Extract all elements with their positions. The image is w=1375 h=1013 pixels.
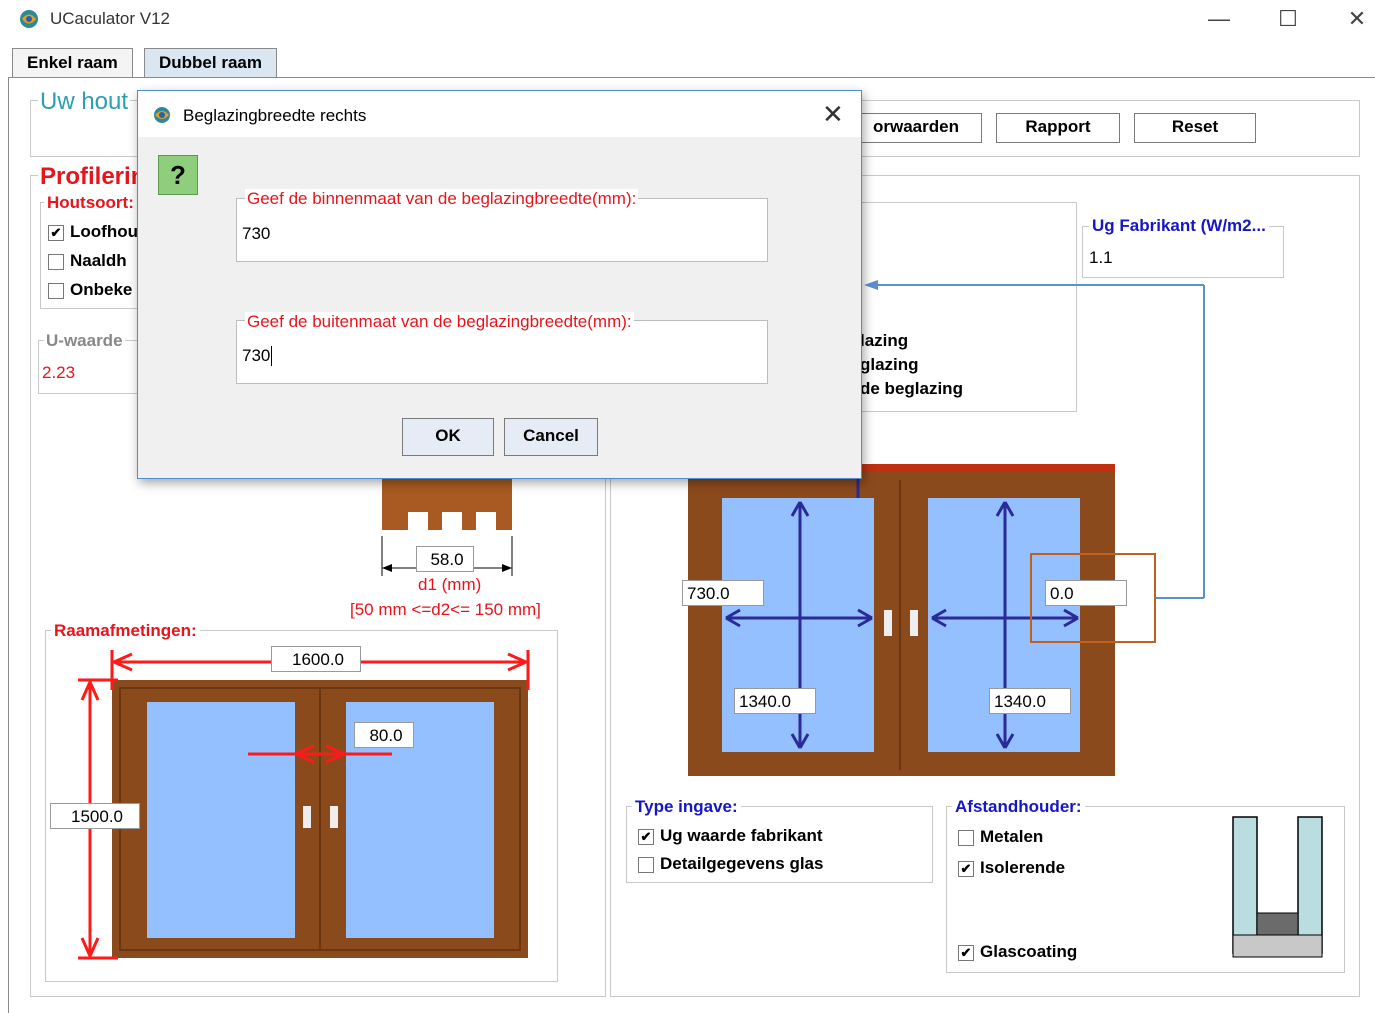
checkbox-icon[interactable] [48,253,64,270]
window-diagram [78,650,530,960]
values-button[interactable]: orwaarden [850,113,982,143]
app-logo-icon [20,10,38,28]
report-button[interactable]: Rapport [996,113,1120,143]
mullion-width-field[interactable]: 80.0 [354,722,414,748]
spacer-label: Afstandhouder: [952,797,1085,817]
checkbox-checked-icon[interactable]: ✔ [638,828,654,845]
ug-value[interactable]: 1.1 [1089,248,1113,268]
right-glass-height-field[interactable]: 1340.0 [989,688,1071,714]
u-value-label: U-waarde [44,331,125,351]
minimize-button[interactable]: — [1196,4,1242,34]
close-button[interactable]: ✕ [1334,4,1375,34]
section-title: Uw hout [38,88,131,116]
checkbox-icon[interactable] [638,856,654,873]
tab-bar: Enkel raam Dubbel raam [8,44,1375,78]
right-glass-width-field[interactable]: 0.0 [1045,580,1127,606]
checkbox-checked-icon[interactable]: ✔ [48,224,64,241]
glazing-width-dialog: Beglazingbreedte rechts ✕ ? Geef de binn… [137,90,862,479]
tab-dubbel-raam[interactable]: Dubbel raam [144,48,277,77]
dialog-close-icon[interactable]: ✕ [822,99,844,130]
input-type-detailgegevens[interactable]: Detailgegevens glas [638,854,823,874]
tab-enkel-raam[interactable]: Enkel raam [12,48,133,77]
window-dims-label: Raamafmetingen: [51,621,200,641]
outer-width-label: Geef de buitenmaat van de beglazingbreed… [245,312,634,332]
inner-width-input[interactable]: 730 [242,224,270,244]
cancel-button[interactable]: Cancel [504,418,598,456]
reset-button[interactable]: Reset [1134,113,1256,143]
input-type-ug-fabrikant[interactable]: ✔ Ug waarde fabrikant [638,826,823,846]
window-width-field[interactable]: 1600.0 [271,646,361,672]
ug-label: Ug Fabrikant (W/m2... [1089,216,1269,236]
checkbox-checked-icon[interactable]: ✔ [958,860,974,877]
wood-option-loofhout[interactable]: ✔ Loofhou [48,222,138,242]
left-glass-height-field[interactable]: 1340.0 [734,688,816,714]
maximize-button[interactable]: ☐ [1265,4,1311,34]
dialog-title: Beglazingbreedte rechts [183,106,367,125]
u-value: 2.23 [42,363,76,382]
wood-type-label: Houtsoort: [44,193,137,213]
title-bar: UCaculator V12 — ☐ ✕ [0,0,1375,38]
app-logo-icon [154,107,170,123]
d1-field[interactable]: 58.0 [416,546,474,572]
input-type-label: Type ingave: [632,797,741,817]
help-icon: ? [158,155,198,195]
profile-section-diagram [381,478,513,576]
dialog-title-bar: Beglazingbreedte rechts ✕ [138,91,861,137]
checkbox-icon[interactable] [48,282,64,299]
checkbox-checked-icon[interactable]: ✔ [958,944,974,961]
app-title: UCaculator V12 [50,9,171,28]
wood-option-naaldhout[interactable]: Naaldh [48,251,127,271]
outer-width-input[interactable]: 730 [242,346,273,366]
checkbox-icon[interactable] [958,829,974,846]
wood-option-onbekend[interactable]: Onbeke [48,280,132,300]
inner-width-label: Geef de binnenmaat van de beglazingbreed… [245,189,639,209]
profiling-title: Profilerin [38,163,148,191]
ok-button[interactable]: OK [402,418,494,456]
d2-range: [50 mm <=d2<= 150 mm] [350,600,541,619]
spacer-diagram-icon [1232,816,1323,958]
left-glass-width-field[interactable]: 730.0 [682,580,764,606]
spacer-isolerende[interactable]: ✔ Isolerende [958,858,1065,878]
glascoating-checkbox[interactable]: ✔ Glascoating [958,942,1077,962]
spacer-metalen[interactable]: Metalen [958,827,1043,847]
window-height-field[interactable]: 1500.0 [50,803,140,829]
d1-label: d1 (mm) [418,575,482,594]
